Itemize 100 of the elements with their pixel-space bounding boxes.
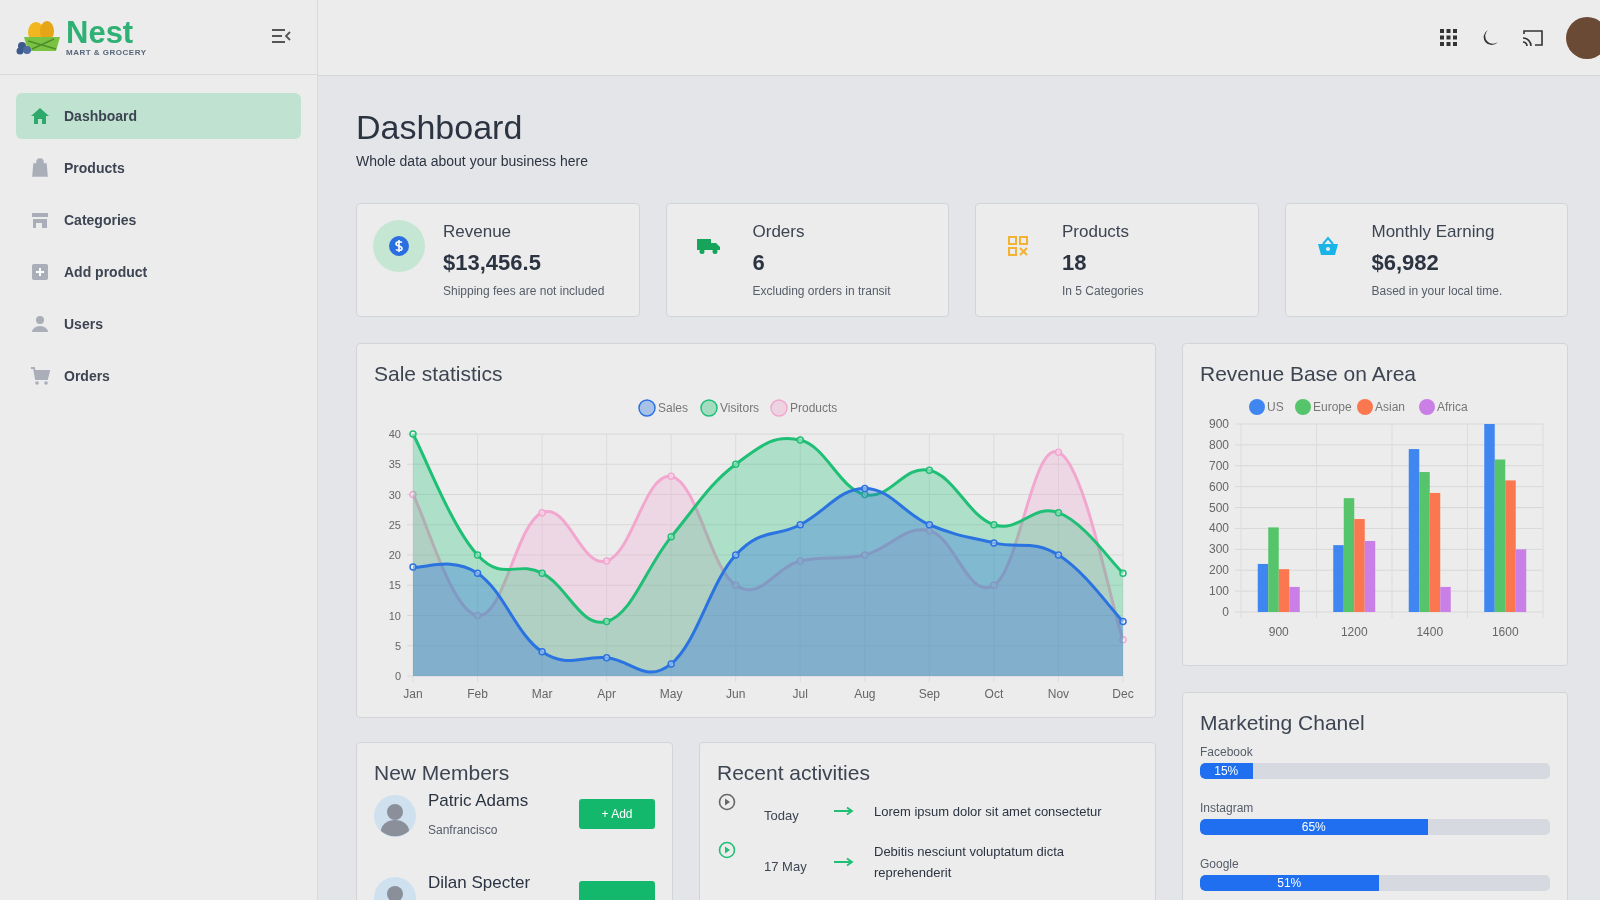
point (602, 617, 611, 626)
axis-label: Jun (726, 687, 746, 701)
point (1119, 617, 1127, 626)
axis-label: 0 (1222, 605, 1229, 619)
legend-swatch (770, 399, 788, 417)
progress-fill: 15% (1200, 763, 1253, 779)
point (731, 551, 740, 559)
axis-label: Feb (467, 687, 488, 701)
axis-label: 600 (1208, 479, 1229, 494)
point (1054, 448, 1063, 456)
stat-note: In 5 Categories (1062, 284, 1144, 298)
point (1119, 569, 1127, 577)
axis-label: 25 (388, 518, 401, 531)
user-icon (30, 314, 50, 334)
arrow-icon (834, 857, 854, 867)
channel-name: Facebook (1200, 745, 1254, 759)
sidebar-item[interactable]: Orders (16, 353, 301, 399)
sidebar-item[interactable]: Dashboard (16, 93, 301, 139)
plus-square-icon (30, 262, 50, 282)
stat-label: Orders (752, 222, 806, 242)
point (473, 569, 482, 577)
truck-icon (696, 237, 721, 255)
axis-label: Oct (984, 687, 1004, 701)
card-title: Recent activities (716, 760, 871, 785)
card-title: New Members (373, 760, 511, 785)
legend-label[interactable]: Africa (1437, 400, 1468, 414)
legend-swatch (700, 399, 718, 417)
card-title: Marketing Chanel (1199, 710, 1366, 735)
point (861, 484, 869, 493)
legend-label[interactable]: Sales (658, 401, 689, 415)
axis-label: 700 (1208, 458, 1229, 473)
cart-icon (30, 366, 50, 386)
point (731, 460, 740, 468)
apps-button[interactable] (1440, 28, 1458, 47)
axis-label: 100 (1208, 584, 1229, 599)
axis-label: 300 (1208, 542, 1229, 557)
axis-label: 15 (388, 579, 401, 592)
activity-date: 17 May (763, 857, 808, 874)
axis-label: 1600 (1491, 625, 1519, 639)
menu-collapse-button[interactable] (271, 28, 291, 46)
point (602, 654, 611, 662)
dollar-icon (389, 236, 409, 256)
sidebar-item[interactable]: Add product (16, 249, 301, 295)
axis-label: 200 (1208, 563, 1229, 578)
add-button[interactable]: + Add (579, 799, 655, 829)
sidebar-item[interactable]: Products (16, 145, 301, 191)
qr-code-icon (1008, 236, 1028, 256)
avatar-icon (374, 795, 416, 837)
cast-button[interactable] (1522, 28, 1544, 47)
point (925, 466, 934, 475)
legend-label[interactable]: Europe (1313, 400, 1352, 414)
axis-label: 35 (388, 458, 401, 471)
bar (1364, 541, 1376, 612)
channel-name: Instagram (1200, 801, 1255, 815)
point (409, 563, 417, 571)
legend-label[interactable]: Asian (1375, 400, 1406, 414)
stat-note: Excluding orders in transit (752, 284, 891, 298)
point (990, 539, 998, 547)
channel-name: Google (1200, 857, 1240, 871)
sidebar-item[interactable]: Categories (16, 197, 301, 243)
axis-label: Jul (792, 687, 808, 701)
axis-label: 900 (1268, 625, 1289, 639)
page-title: Dashboard (356, 108, 524, 147)
legend-label[interactable]: US (1267, 400, 1284, 414)
progress-fill: 65% (1200, 819, 1428, 835)
apps-grid-icon (1440, 28, 1458, 47)
activity-date: Today (763, 806, 800, 823)
activity-text: Lorem ipsum dolor sit amet consectetur (874, 802, 1103, 821)
legend-label[interactable]: Products (790, 401, 838, 415)
point (990, 521, 998, 529)
stat-label: Revenue (443, 222, 513, 242)
sidebar-item[interactable]: Users (16, 301, 301, 347)
point (667, 472, 675, 481)
user-avatar[interactable] (1566, 16, 1600, 59)
point (925, 521, 934, 529)
legend-label[interactable]: Visitors (720, 401, 760, 415)
axis-label: Dec (1112, 687, 1134, 701)
stat-note: Based in your local time. (1371, 284, 1503, 298)
axis-label: 500 (1208, 500, 1229, 515)
point (796, 521, 805, 529)
point (796, 436, 805, 444)
stat-value: $6,982 (1371, 250, 1440, 276)
axis-label: Jan (403, 687, 423, 701)
axis-label: 30 (388, 488, 401, 501)
page-subtitle: Whole data about your business here (356, 153, 589, 169)
axis-label: 1200 (1340, 625, 1368, 639)
point (1054, 551, 1063, 559)
axis-label: Mar (531, 687, 553, 701)
axis-label: 20 (388, 549, 401, 561)
point (538, 648, 546, 656)
axis-label: 400 (1208, 521, 1229, 536)
point (1054, 508, 1063, 517)
axis-label: 900 (1208, 417, 1229, 431)
axis-label: Nov (1047, 687, 1070, 701)
stat-note: Shipping fees are not included (443, 284, 605, 298)
stat-value: 18 (1062, 250, 1088, 276)
member-name: Dilan Specter (428, 873, 532, 893)
point (409, 430, 417, 438)
card-title: Sale statistics (373, 361, 504, 386)
axis-label: 1400 (1416, 625, 1444, 639)
